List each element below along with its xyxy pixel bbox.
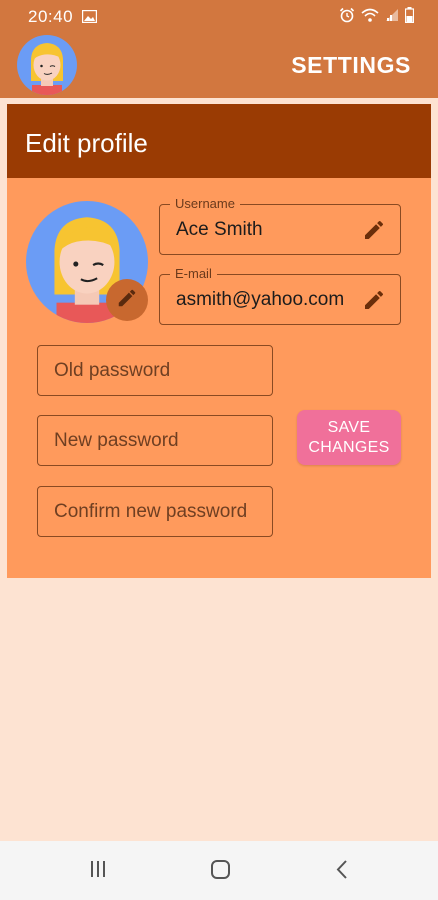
app-title[interactable]: SETTINGS xyxy=(291,52,411,79)
photo-icon xyxy=(81,8,98,24)
save-label-line2: CHANGES xyxy=(308,438,390,456)
old-password-field[interactable]: Old password xyxy=(37,345,273,396)
pencil-icon[interactable] xyxy=(362,288,386,317)
username-value[interactable]: Ace Smith xyxy=(176,219,263,241)
confirm-password-field[interactable]: Confirm new password xyxy=(37,486,273,537)
save-label-line1: SAVE xyxy=(327,418,371,436)
username-label: Username xyxy=(170,196,240,212)
username-field[interactable]: Username Ace Smith xyxy=(159,196,401,255)
pencil-icon xyxy=(116,287,138,314)
email-field[interactable]: E-mail asmith@yahoo.com xyxy=(159,266,401,325)
new-password-field[interactable]: New password xyxy=(37,415,273,466)
navigation-bar xyxy=(0,841,438,900)
email-value[interactable]: asmith@yahoo.com xyxy=(176,289,344,311)
battery-icon xyxy=(405,7,414,23)
back-icon[interactable] xyxy=(335,859,349,885)
email-label: E-mail xyxy=(170,266,217,282)
avatar[interactable] xyxy=(17,35,77,95)
new-password-placeholder: New password xyxy=(54,430,179,451)
recents-icon[interactable] xyxy=(88,859,108,884)
alarm-icon xyxy=(339,7,355,23)
confirm-password-placeholder: Confirm new password xyxy=(54,501,248,522)
status-time: 20:40 xyxy=(28,7,74,26)
status-bar: 20:40 xyxy=(0,0,438,32)
card-header: Edit profile xyxy=(7,104,431,178)
old-password-placeholder: Old password xyxy=(54,360,171,381)
save-button-label: SAVE CHANGES xyxy=(308,418,389,458)
edit-profile-card: Edit profile Username Ace Smith E-mail a… xyxy=(7,104,431,578)
card-title: Edit profile xyxy=(25,128,148,158)
edit-avatar-button[interactable] xyxy=(106,279,148,321)
signal-icon xyxy=(385,8,399,22)
home-icon[interactable] xyxy=(210,859,231,885)
wifi-icon xyxy=(361,8,379,23)
app-bar: SETTINGS xyxy=(0,32,438,98)
save-changes-button[interactable]: SAVE CHANGES xyxy=(297,410,401,465)
pencil-icon[interactable] xyxy=(362,218,386,247)
